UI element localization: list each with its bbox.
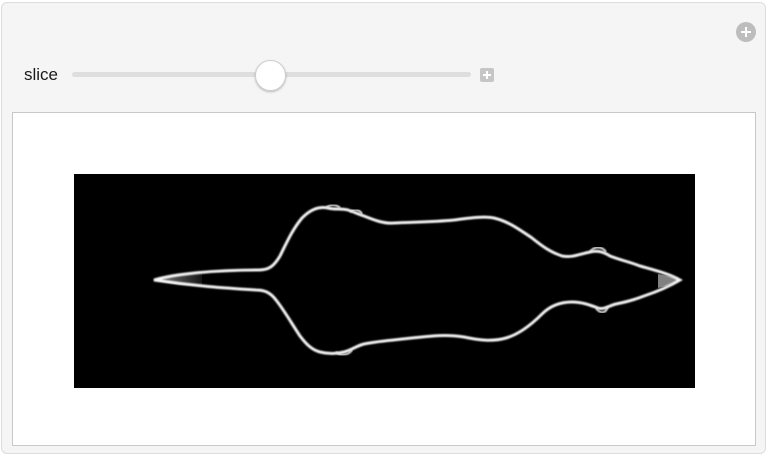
add-icon[interactable] [736, 22, 756, 42]
expand-controls-icon[interactable] [480, 68, 494, 82]
slice-label: slice [24, 65, 59, 84]
slice-image [74, 174, 695, 388]
slice-slider-thumb[interactable] [255, 60, 286, 91]
slice-contour-graphic [153, 204, 683, 356]
